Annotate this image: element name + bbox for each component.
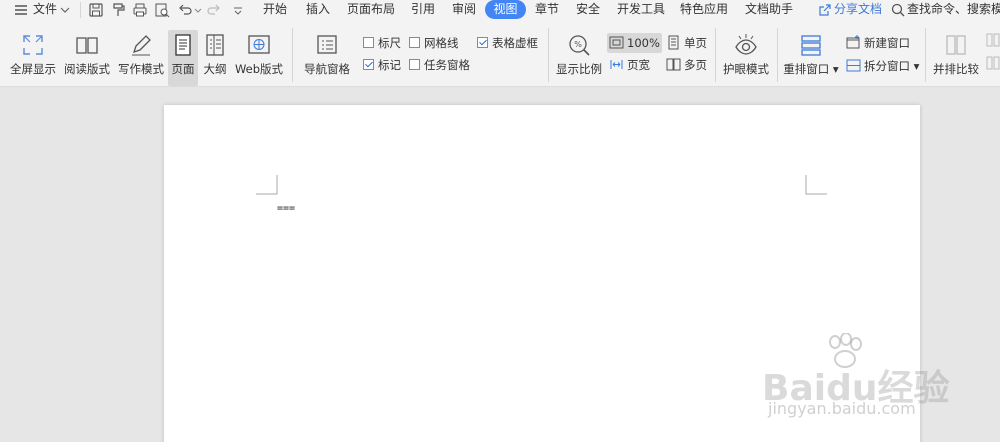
page-icon [170,32,196,58]
multi-page-icon [666,57,681,72]
tab-doc-assistant[interactable]: 文档助手 [745,0,793,20]
divider [777,28,778,82]
ruler-label: 标尺 [378,36,401,50]
table-gridlines-label: 表格虚框 [492,36,538,50]
fullscreen-button[interactable]: 全屏显示 [6,30,60,86]
gridlines-check[interactable] [409,37,420,48]
rearrange-text: 重排窗口 [783,62,830,76]
print-preview-icon[interactable] [153,1,171,19]
redo-icon[interactable] [205,1,223,19]
write-mode-label: 写作模式 [118,62,164,76]
nav-pane-button[interactable]: 导航窗格 [299,30,355,86]
page-view-label: 页面 [171,62,195,76]
search-icon[interactable] [890,1,906,19]
divider [292,28,293,82]
reset-position-icon [986,56,1000,76]
table-gridlines-check[interactable] [477,37,488,48]
undo-icon[interactable] [176,1,194,19]
watermark-url: jingyan.baidu.com [768,399,916,418]
divider [80,2,81,18]
new-window-label: 新建窗口 [864,36,910,50]
zoom-value: 100% [627,36,660,50]
save-icon[interactable] [87,1,105,19]
rearrange-label: 重排窗口 ▾ [783,62,839,76]
page-view-button[interactable]: 页面 [168,30,198,86]
split-window-icon [846,58,861,73]
tab-view[interactable]: 视图 [485,0,526,19]
zoom-ratio-button[interactable]: % 显示比例 [554,30,604,86]
zoom-100-icon [609,35,624,50]
divider [548,28,549,82]
pen-icon [128,32,154,58]
tab-review[interactable]: 审阅 [452,0,476,20]
command-search-input[interactable]: 查找命令、搜索模 [907,0,1000,20]
chevron-down-icon[interactable] [58,1,72,19]
share-icon[interactable] [817,1,833,19]
marks-label: 标记 [378,58,401,72]
sync-scroll-icon [986,33,1000,53]
margin-mark-top-right [805,175,827,195]
book-icon [74,32,100,58]
fullscreen-label: 全屏显示 [10,62,56,76]
zoom-ratio-label: 显示比例 [556,62,602,76]
ruler-check[interactable] [363,37,374,48]
rearrange-icon [798,32,824,58]
side-by-side-icon [943,32,969,58]
svg-text:%: % [574,40,582,49]
hamburger-menu-icon[interactable] [12,1,30,19]
share-doc-button[interactable]: 分享文档 [834,0,882,20]
undo-dropdown-icon[interactable] [193,1,203,19]
new-window-icon [846,35,861,50]
split-window-label: 拆分窗口 [864,59,910,73]
format-painter-icon[interactable] [110,1,128,19]
globe-icon [246,32,272,58]
read-mode-button[interactable]: 阅读版式 [62,30,112,86]
tab-insert[interactable]: 插入 [306,0,330,20]
gridlines-label: 网格线 [424,36,459,50]
web-view-button[interactable]: Web版式 [233,30,285,86]
view-ribbon: 全屏显示 阅读版式 写作模式 页面 大纲 Web版式 导航窗格 标尺 网格线 表… [0,20,1000,87]
zoom-icon: % [566,32,592,58]
nav-pane-icon [314,32,340,58]
tab-developer[interactable]: 开发工具 [617,0,665,20]
single-page-label: 单页 [684,36,707,50]
task-pane-label: 任务窗格 [424,58,470,72]
page-width-label: 页宽 [627,58,650,72]
customize-toolbar-icon[interactable] [229,1,247,19]
menu-bar: 文件 开始 插入 页面布局 引用 审阅 视图 章节 安全 开发工具 特色应用 文… [0,0,1000,20]
outline-icon [202,32,228,58]
document-text[interactable]: === [277,203,295,214]
read-mode-label: 阅读版式 [64,62,110,76]
tab-security[interactable]: 安全 [576,0,600,20]
task-pane-check[interactable] [409,59,420,70]
tab-page-layout[interactable]: 页面布局 [347,0,395,20]
single-page-icon [666,35,681,50]
multi-page-label: 多页 [684,58,707,72]
side-by-side-button[interactable]: 并排比较 [931,30,981,86]
baidu-watermark: Baidu经验 jingyan.baidu.com [762,333,992,423]
marks-check[interactable] [363,59,374,70]
nav-pane-label: 导航窗格 [304,62,350,76]
outline-button[interactable]: 大纲 [201,30,229,86]
margin-mark-top-left [256,175,278,195]
tab-special[interactable]: 特色应用 [680,0,728,20]
divider [715,28,716,82]
print-icon[interactable] [131,1,149,19]
tab-chapter[interactable]: 章节 [535,0,559,20]
eye-icon [733,32,759,58]
rearrange-window-button[interactable]: 重排窗口 ▾ [782,30,840,86]
tab-references[interactable]: 引用 [411,0,435,20]
outline-label: 大纲 [203,62,227,76]
fullscreen-icon [20,32,46,58]
page-width-icon [609,57,624,72]
web-view-label: Web版式 [234,62,284,76]
side-by-side-label: 并排比较 [933,62,979,76]
eye-protect-button[interactable]: 护眼模式 [720,30,772,86]
divider [925,28,926,82]
eye-protect-label: 护眼模式 [723,62,769,76]
file-menu[interactable]: 文件 [33,0,57,20]
tab-home[interactable]: 开始 [263,0,287,20]
write-mode-button[interactable]: 写作模式 [116,30,166,86]
